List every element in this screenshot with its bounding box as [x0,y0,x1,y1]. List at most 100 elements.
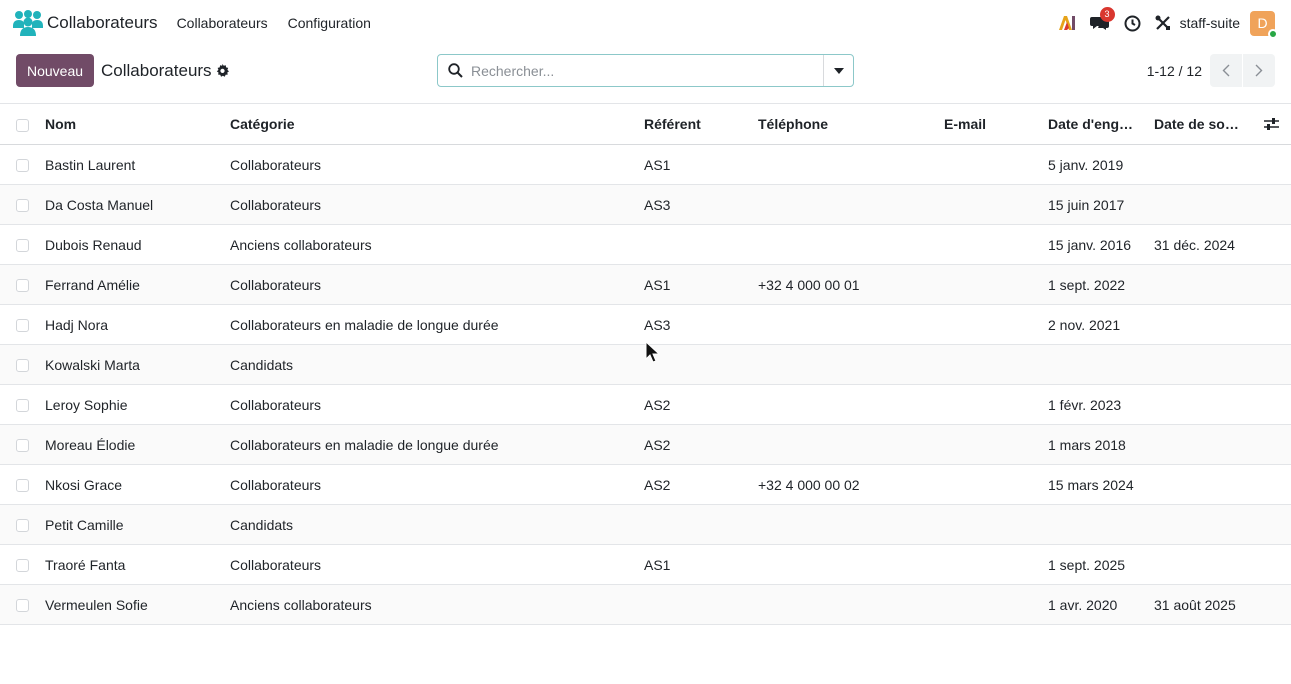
cell-nom[interactable]: Leroy Sophie [37,385,222,425]
select-all-checkbox[interactable] [16,118,29,132]
pager-next-button[interactable] [1243,54,1275,87]
cell-categorie[interactable]: Anciens collaborateurs [222,225,636,265]
cell-date-sortie[interactable] [1146,305,1252,345]
cell-date-engagement[interactable]: 1 févr. 2023 [1040,385,1146,425]
cell-telephone[interactable] [750,545,936,585]
row-checkbox[interactable] [16,399,29,413]
cell-categorie[interactable]: Collaborateurs [222,145,636,185]
cell-date-engagement[interactable]: 1 mars 2018 [1040,425,1146,465]
cell-nom[interactable]: Dubois Renaud [37,225,222,265]
column-header-referent[interactable]: Référent [636,104,750,145]
cell-date-sortie[interactable] [1146,505,1252,545]
cell-telephone[interactable]: +32 4 000 00 02 [750,465,936,505]
cell-telephone[interactable]: +32 4 000 00 01 [750,265,936,305]
cell-referent[interactable] [636,505,750,545]
row-checkbox[interactable] [16,599,29,613]
cell-categorie[interactable]: Anciens collaborateurs [222,585,636,625]
ai-icon[interactable] [1058,15,1076,31]
cell-email[interactable] [936,465,1040,505]
cell-email[interactable] [936,145,1040,185]
cell-date-engagement[interactable]: 15 mars 2024 [1040,465,1146,505]
cell-telephone[interactable] [750,185,936,225]
column-header-categorie[interactable]: Catégorie [222,104,636,145]
table-row[interactable]: Hadj Nora Collaborateurs en maladie de lo… [0,305,1291,345]
table-row[interactable]: Bastin Laurent Collaborateurs AS1 5 janv. 2… [0,145,1291,185]
cell-categorie[interactable]: Collaborateurs [222,545,636,585]
cell-categorie[interactable]: Candidats [222,505,636,545]
cell-date-engagement[interactable]: 1 sept. 2022 [1040,265,1146,305]
cell-referent[interactable]: AS2 [636,425,750,465]
cell-telephone[interactable] [750,505,936,545]
cell-referent[interactable]: AS2 [636,465,750,505]
cell-telephone[interactable] [750,225,936,265]
cell-nom[interactable]: Moreau Élodie [37,425,222,465]
column-header-telephone[interactable]: Téléphone [750,104,936,145]
column-header-email[interactable]: E-mail [936,104,1040,145]
cell-email[interactable] [936,545,1040,585]
cell-categorie[interactable]: Collaborateurs [222,185,636,225]
cell-date-engagement[interactable] [1040,345,1146,385]
table-row[interactable]: Moreau Élodie Collaborateurs en maladie d… [0,424,1291,465]
cell-email[interactable] [936,305,1040,345]
messaging-icon[interactable]: 3 [1089,7,1115,31]
table-row[interactable]: Dubois Renaud Anciens collaborateurs 15 ja… [0,225,1291,265]
row-checkbox[interactable] [16,559,29,573]
cell-date-sortie[interactable] [1146,345,1252,385]
cell-date-sortie[interactable] [1146,545,1252,585]
cell-nom[interactable]: Nkosi Grace [37,465,222,505]
cell-date-engagement[interactable]: 2 nov. 2021 [1040,305,1146,345]
cell-date-sortie[interactable] [1146,385,1252,425]
row-checkbox[interactable] [16,359,29,373]
cell-nom[interactable]: Traoré Fanta [37,545,222,585]
cell-date-engagement[interactable] [1040,505,1146,545]
cell-telephone[interactable] [750,145,936,185]
row-checkbox[interactable] [16,319,29,333]
cell-email[interactable] [936,225,1040,265]
cell-referent[interactable]: AS1 [636,265,750,305]
cell-date-engagement[interactable]: 15 juin 2017 [1040,185,1146,225]
row-checkbox[interactable] [16,159,29,173]
search-input[interactable] [471,62,811,79]
row-checkbox[interactable] [16,519,29,533]
table-row[interactable]: Petit Camille Candidats [0,504,1291,545]
cell-telephone[interactable] [750,385,936,425]
cell-telephone[interactable] [750,585,936,625]
menu-item-collaborateurs[interactable]: Collaborateurs [177,15,268,31]
pager-value[interactable]: 1-12 / 12 [1147,63,1202,79]
cell-nom[interactable]: Petit Camille [37,505,222,545]
cell-date-engagement[interactable]: 1 avr. 2020 [1040,585,1146,625]
cell-referent[interactable]: AS2 [636,385,750,425]
cell-telephone[interactable] [750,305,936,345]
row-checkbox[interactable] [16,479,29,493]
cell-email[interactable] [936,185,1040,225]
cell-date-sortie[interactable] [1146,465,1252,505]
cell-email[interactable] [936,385,1040,425]
row-checkbox[interactable] [16,199,29,213]
cell-telephone[interactable] [750,345,936,385]
cell-nom[interactable]: Hadj Nora [37,305,222,345]
search-options-toggle[interactable] [823,55,853,86]
cell-date-engagement[interactable]: 5 janv. 2019 [1040,145,1146,185]
column-header-date-sortie[interactable]: Date de sortie [1146,104,1252,145]
table-row[interactable]: Leroy Sophie Collaborateurs AS2 1 févr. 202… [0,385,1291,425]
row-checkbox[interactable] [16,439,29,453]
gear-icon[interactable] [216,64,229,80]
table-row[interactable]: Ferrand Amélie Collaborateurs AS1 +32 4 000… [0,264,1291,305]
table-row[interactable]: Vermeulen Sofie Anciens collaborateurs 1 a… [0,584,1291,625]
cell-categorie[interactable]: Collaborateurs [222,385,636,425]
optional-columns-toggle[interactable] [1260,117,1283,131]
cell-referent[interactable]: AS1 [636,545,750,585]
cell-nom[interactable]: Ferrand Amélie [37,265,222,305]
cell-date-sortie[interactable] [1146,185,1252,225]
cell-referent[interactable]: AS1 [636,145,750,185]
row-checkbox[interactable] [16,279,29,293]
cell-categorie[interactable]: Collaborateurs en maladie de longue duré… [222,305,636,345]
clock-icon[interactable] [1124,15,1141,32]
cell-email[interactable] [936,425,1040,465]
cell-telephone[interactable] [750,425,936,465]
cell-categorie[interactable]: Collaborateurs [222,465,636,505]
cell-date-sortie[interactable]: 31 août 2025 [1146,585,1252,625]
cell-categorie[interactable]: Collaborateurs [222,265,636,305]
cell-email[interactable] [936,265,1040,305]
cell-nom[interactable]: Da Costa Manuel [37,185,222,225]
